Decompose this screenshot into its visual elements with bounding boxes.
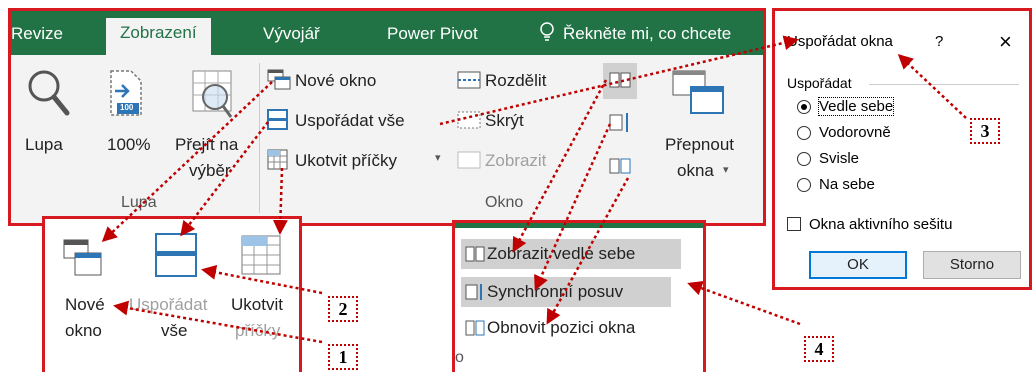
- callout-marker-2: 2: [328, 296, 358, 322]
- arrow-dialog: [439, 35, 799, 126]
- arrow-sync-scroll: [534, 123, 612, 291]
- arrow-arrange-all: [180, 121, 269, 237]
- arrow-marker-1: [113, 300, 323, 344]
- annotation-arrows: [101, 35, 967, 344]
- arrow-freeze-panes: [272, 167, 288, 235]
- arrow-marker-3: [897, 53, 967, 119]
- callout-marker-1: 1: [328, 344, 358, 370]
- callout-marker-4: 4: [804, 336, 834, 362]
- arrow-reset-position: [546, 177, 630, 325]
- arrow-new-window: [101, 81, 273, 243]
- arrow-marker-4: [687, 281, 801, 326]
- arrow-marker-2: [201, 264, 323, 295]
- callout-marker-3: 3: [970, 118, 1000, 144]
